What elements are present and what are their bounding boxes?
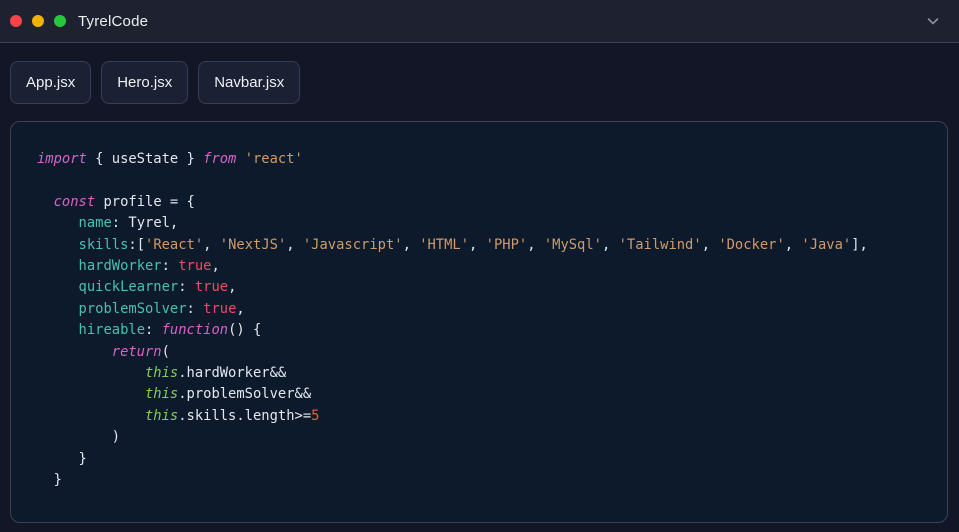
tab-hero-jsx[interactable]: Hero.jsx xyxy=(101,61,188,104)
code-line: const profile = { xyxy=(37,192,921,213)
close-button[interactable] xyxy=(10,15,22,27)
code-line: hireable: function() { xyxy=(37,320,921,341)
window-title: TyrelCode xyxy=(78,13,148,30)
code-panel: import { useState } from 'react' const p… xyxy=(10,121,948,523)
code-line: return( xyxy=(37,342,921,363)
code-line: ) xyxy=(37,427,921,448)
code-line: quickLearner: true, xyxy=(37,277,921,298)
chevron-down-glyph xyxy=(925,13,941,29)
tab-bar: App.jsx Hero.jsx Navbar.jsx xyxy=(0,43,959,104)
maximize-button[interactable] xyxy=(54,15,66,27)
code-line: } xyxy=(37,470,921,491)
code-line xyxy=(37,170,921,191)
tab-app-jsx[interactable]: App.jsx xyxy=(10,61,91,104)
code-line: this.hardWorker&& xyxy=(37,363,921,384)
code-line: skills:['React', 'NextJS', 'Javascript',… xyxy=(37,235,921,256)
code-line: import { useState } from 'react' xyxy=(37,149,921,170)
code-line: this.skills.length>=5 xyxy=(37,406,921,427)
chevron-down-icon[interactable] xyxy=(925,13,941,29)
code-block: import { useState } from 'react' const p… xyxy=(11,122,947,519)
code-line: hardWorker: true, xyxy=(37,256,921,277)
code-line: this.problemSolver&& xyxy=(37,384,921,405)
code-line: problemSolver: true, xyxy=(37,299,921,320)
code-line: name: Tyrel, xyxy=(37,213,921,234)
titlebar: TyrelCode xyxy=(0,0,959,43)
tab-navbar-jsx[interactable]: Navbar.jsx xyxy=(198,61,300,104)
code-line: } xyxy=(37,449,921,470)
app-window: TyrelCode App.jsx Hero.jsx Navbar.jsx im… xyxy=(0,0,959,523)
minimize-button[interactable] xyxy=(32,15,44,27)
window-controls xyxy=(10,15,66,27)
